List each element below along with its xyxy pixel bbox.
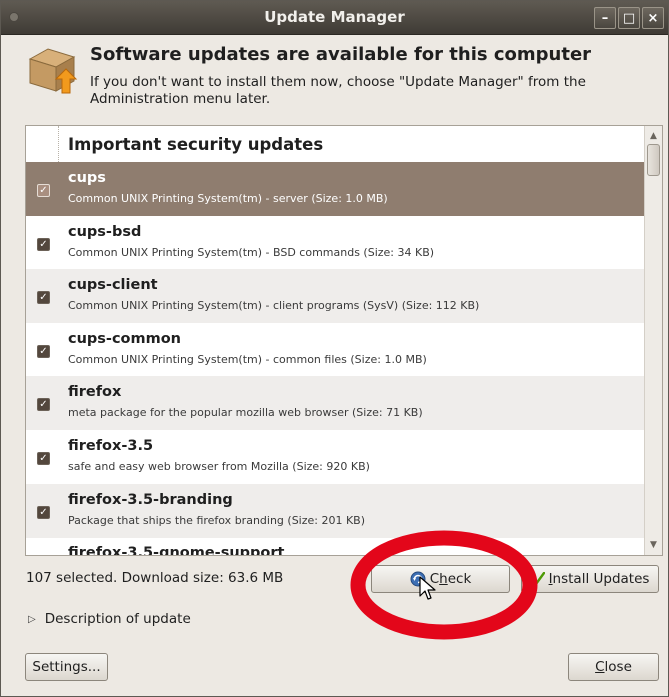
update-row[interactable]: ✓ cups Common UNIX Printing System(tm) - s… (26, 162, 644, 216)
check-label-end: eck (447, 571, 472, 587)
triangle-right-icon: ▷ (28, 613, 36, 625)
scroll-up-icon[interactable]: ▲ (645, 128, 662, 144)
install-button-label: Install Updates (549, 571, 650, 587)
scroll-down-icon[interactable]: ▼ (645, 537, 662, 553)
update-checkbox[interactable]: ✓ (37, 452, 50, 465)
update-row[interactable]: ✓ firefox-3.5 safe and easy web browser fr… (26, 430, 644, 484)
settings-button-label: Settings... (32, 659, 101, 675)
close-button-label: Close (595, 659, 632, 675)
package-description: safe and easy web browser from Mozilla (… (68, 460, 370, 473)
update-row[interactable]: ✓firefox-3.5-gnome-support (26, 537, 644, 555)
update-row[interactable]: ✓ cups-client Common UNIX Printing System(… (26, 269, 644, 324)
package-description: Common UNIX Printing System(tm) - BSD co… (68, 245, 435, 259)
check-label-start: C (429, 571, 440, 587)
package-description: Package that ships the firefox branding … (68, 513, 366, 527)
selection-status: 107 selected. Download size: 63.6 MB (26, 570, 284, 586)
window-controls: – □ × (594, 7, 664, 29)
close-icon: × (647, 10, 659, 26)
update-checkbox[interactable]: ✓ (37, 237, 50, 251)
header-title: Software updates are available for this … (90, 44, 592, 65)
maximize-icon: □ (622, 10, 636, 26)
package-name: cups-common (68, 330, 182, 347)
minimize-button[interactable]: – (594, 7, 616, 29)
scroll-thumb[interactable] (647, 144, 660, 176)
list-scrollbar[interactable]: ▲ ▼ (644, 126, 662, 555)
update-checkbox[interactable]: ✓ (37, 398, 50, 412)
package-name: cups-client (68, 277, 158, 294)
header-subtitle: If you don't want to install them now, c… (90, 74, 586, 107)
package-upgrade-icon (28, 48, 78, 94)
expander-label: Description of update (44, 611, 191, 627)
install-updates-button[interactable]: Install Updates (521, 565, 659, 593)
update-row[interactable]: ✓ firefox meta package for the popular moz… (26, 376, 644, 431)
package-name: firefox (68, 384, 122, 401)
close-label-end: lose (604, 659, 632, 675)
package-name: firefox-3.5-gnome-support (68, 545, 285, 555)
close-window-button[interactable]: × (642, 7, 664, 29)
minimize-icon: – (601, 10, 609, 26)
package-name: firefox-3.5 (68, 438, 154, 454)
check-button[interactable]: Check (371, 565, 510, 593)
package-description: Common UNIX Printing System(tm) - client… (68, 299, 480, 313)
update-row[interactable]: ✓ firefox-3.5-branding Package that ships … (26, 483, 644, 538)
update-checkbox[interactable]: ✓ (37, 344, 50, 358)
refresh-icon (410, 571, 426, 587)
package-description: Common UNIX Printing System(tm) - server… (68, 192, 388, 205)
install-label-end: nstall Updates (552, 571, 650, 587)
section-title: Important security updates (68, 135, 324, 154)
update-row[interactable]: ✓ cups-bsd Common UNIX Printing System(tm)… (26, 216, 644, 270)
close-label-accel: C (595, 659, 605, 675)
checkmark-icon (530, 572, 545, 586)
updates-list[interactable]: Important security updates ✓ cups Common U… (25, 125, 663, 556)
description-expander[interactable]: ▷ Description of update (28, 611, 191, 627)
package-description: meta package for the popular mozilla web… (68, 406, 423, 420)
update-checkbox[interactable]: ✓ (37, 291, 50, 305)
maximize-button[interactable]: □ (618, 7, 640, 29)
update-manager-window: Update Manager – □ × Software updates ar… (0, 0, 669, 697)
title-bar[interactable]: Update Manager – □ × (1, 1, 668, 35)
update-checkbox[interactable]: ✓ (37, 505, 50, 519)
updates-list-viewport: Important security updates ✓ cups Common U… (26, 126, 644, 555)
section-header: Important security updates (26, 126, 644, 166)
update-checkbox[interactable]: ✓ (37, 184, 50, 197)
check-button-label: Check (430, 571, 472, 587)
update-row[interactable]: ✓ cups-common Common UNIX Printing System(… (26, 323, 644, 377)
package-name: firefox-3.5-branding (68, 491, 233, 508)
window-title: Update Manager (264, 8, 405, 26)
package-description: Common UNIX Printing System(tm) - common… (68, 352, 427, 366)
package-name: cups (68, 170, 106, 186)
check-label-accel: h (439, 571, 448, 587)
close-button[interactable]: Close (568, 653, 659, 681)
package-name: cups-bsd (68, 223, 142, 240)
settings-button[interactable]: Settings... (25, 653, 108, 681)
